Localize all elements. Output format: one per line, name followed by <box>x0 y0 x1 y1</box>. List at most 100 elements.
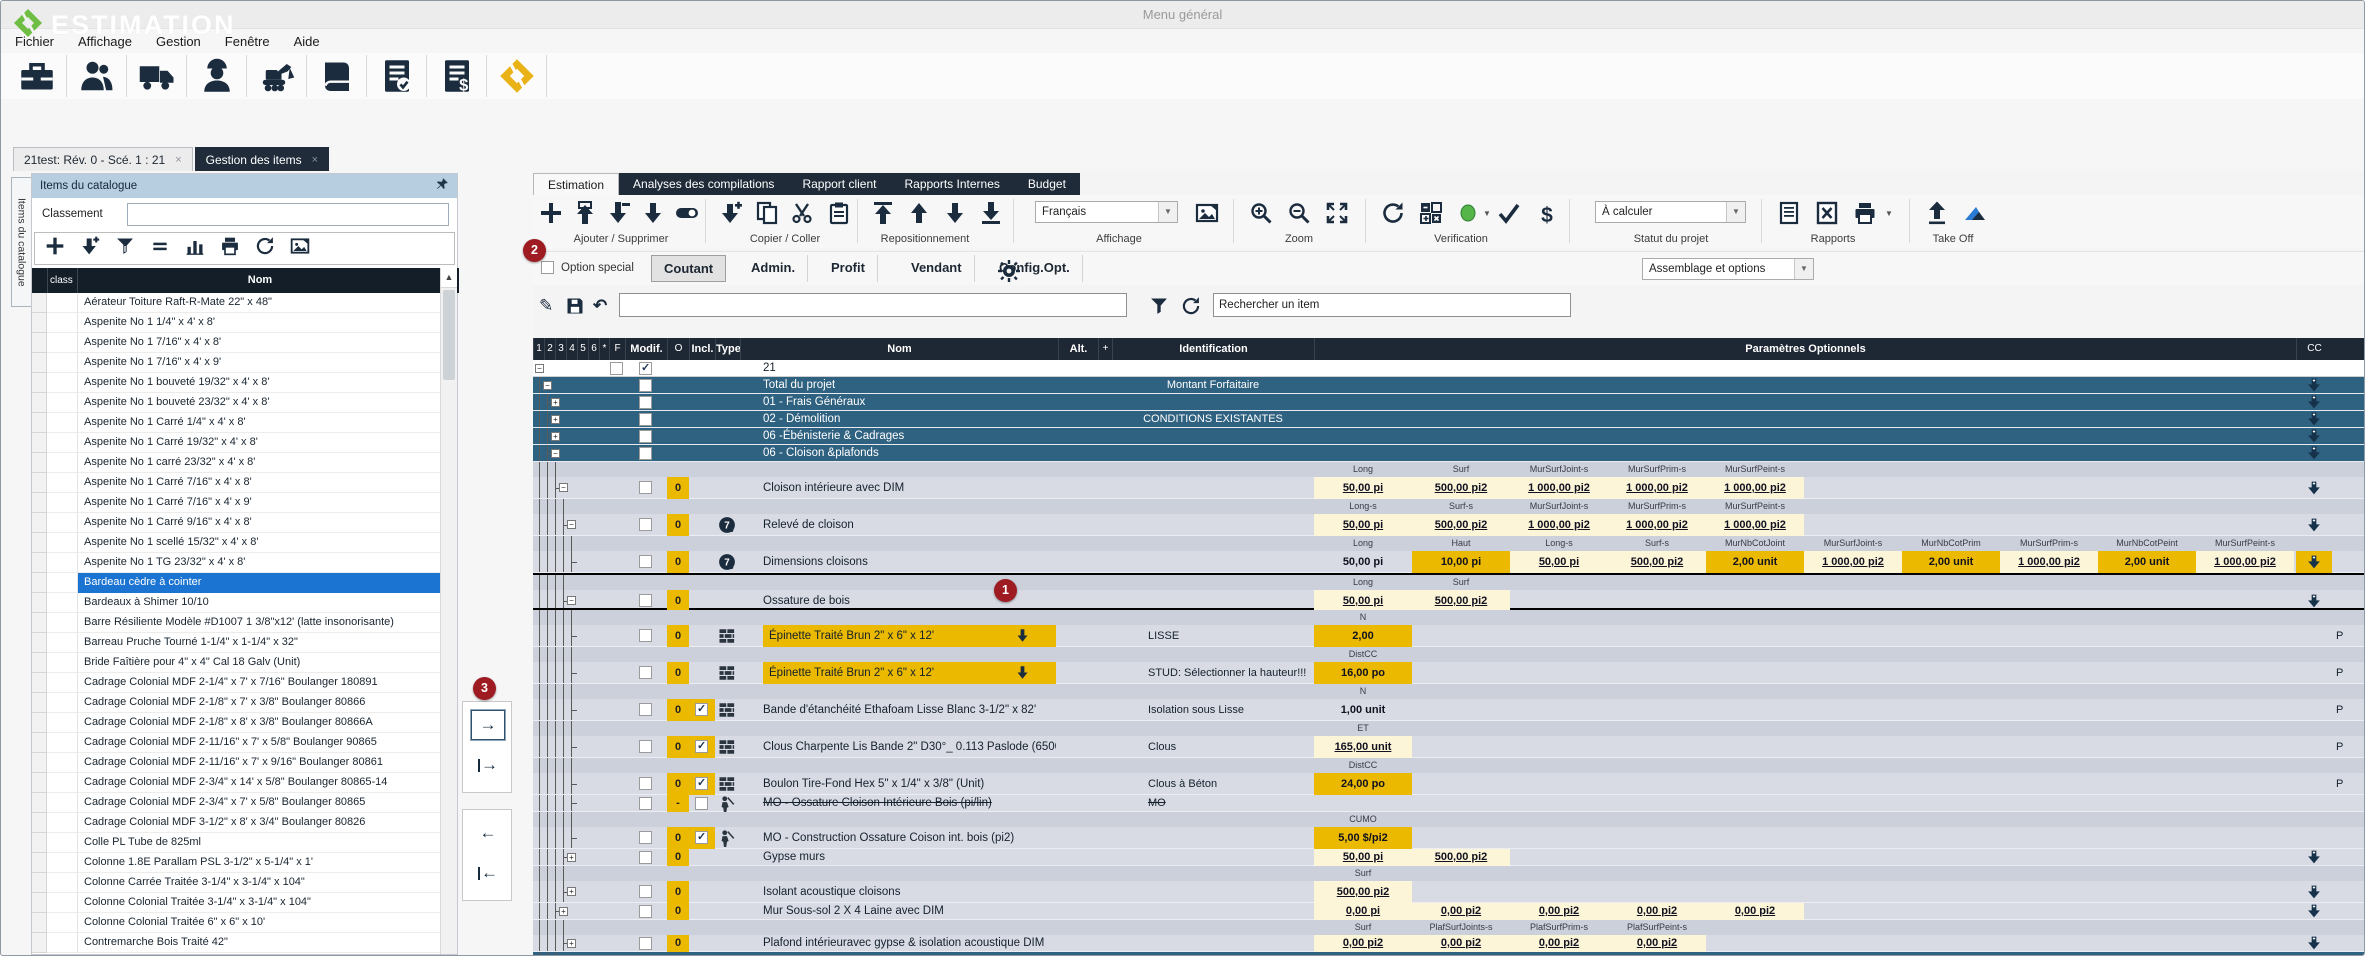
worker-icon[interactable] <box>187 55 247 97</box>
cc-insert-icon[interactable] <box>2296 428 2332 445</box>
row-selector[interactable] <box>32 793 47 813</box>
expand-icon[interactable]: + <box>559 907 568 916</box>
grid-row[interactable]: −0Cloison intérieure avec DIMLong50,00 p… <box>533 462 2365 499</box>
item-name[interactable]: Aspenite No 1 Carré 1/4" x 4' x 8' <box>78 413 440 433</box>
item-name[interactable]: Cadrage Colonial MDF 2-11/16" x 7' x 9/1… <box>78 753 440 773</box>
param-value[interactable]: 0,00 pi2 <box>1510 903 1608 920</box>
zoom-fit-icon[interactable] <box>1323 199 1351 227</box>
class-cell[interactable] <box>47 633 78 653</box>
edit-pencil-icon[interactable]: ✎ <box>539 296 553 316</box>
grid-col-5[interactable]: 5 <box>577 338 588 360</box>
row-name[interactable]: Bande d'étanchéité Ethafoam Lisse Blanc … <box>763 699 1056 721</box>
row-name[interactable]: Cloison intérieure avec DIM <box>763 477 1056 499</box>
item-name[interactable]: Cadrage Colonial MDF 2-11/16" x 7' x 5/8… <box>78 733 440 753</box>
row-name[interactable]: Total du projet <box>763 377 1056 394</box>
param-value[interactable]: 1 000,00 pi2 <box>1510 477 1608 499</box>
param-value[interactable]: 1 000,00 pi2 <box>1608 514 1706 536</box>
row-name[interactable]: 21 <box>763 360 1056 377</box>
class-cell[interactable] <box>47 853 78 873</box>
expand-icon[interactable]: + <box>551 432 560 441</box>
class-cell[interactable] <box>47 473 78 493</box>
class-cell[interactable] <box>47 433 78 453</box>
dollar-icon[interactable]: $ <box>1533 201 1561 229</box>
row-name[interactable]: Clous Charpente Lis Bande 2" D30°_ 0.113… <box>763 736 1056 758</box>
list-item[interactable]: Aspenite No 1 Carré 19/32" x 4' x 8' <box>32 433 440 453</box>
grid-row[interactable]: 0Clous Charpente Lis Bande 2" D30°_ 0.11… <box>533 721 2365 758</box>
modif-checkbox[interactable] <box>639 777 652 790</box>
image-icon[interactable] <box>1193 199 1221 227</box>
param-value[interactable]: 0,00 pi2 <box>1608 935 1706 952</box>
filter-icon[interactable] <box>115 236 135 261</box>
refresh-search-icon[interactable] <box>1181 296 1201 321</box>
move-down-icon[interactable] <box>639 199 667 227</box>
include-checkbox[interactable] <box>695 777 708 790</box>
scroll-up-icon[interactable]: ▲ <box>441 268 457 288</box>
list-item[interactable]: Aspenite No 1 Carré 9/16" x 4' x 8' <box>32 513 440 533</box>
list-item[interactable]: Barreau Pruche Tourné 1-1/4" x 1-1/4" x … <box>32 633 440 653</box>
toggle-icon[interactable] <box>673 199 701 227</box>
class-cell[interactable] <box>47 933 78 953</box>
grid-row[interactable]: 0MO - Construction Ossature Coison int. … <box>533 812 2365 849</box>
add-icon[interactable] <box>45 236 65 261</box>
options-count-cell[interactable]: 0 <box>667 849 689 866</box>
undo-icon[interactable]: ↶ <box>593 296 607 316</box>
param-value[interactable]: 500,00 pi2 <box>1412 849 1510 866</box>
print-icon[interactable] <box>1851 199 1879 227</box>
import-icon[interactable] <box>717 199 745 227</box>
modif-checkbox[interactable] <box>639 481 652 494</box>
collapse-icon[interactable]: − <box>567 596 576 605</box>
expand-icon[interactable]: + <box>551 415 560 424</box>
param-value[interactable]: 165,00 unit <box>1314 736 1412 758</box>
row-selector[interactable] <box>32 533 47 553</box>
identification-cell[interactable]: CONDITIONS EXISTANTES <box>1112 411 1314 428</box>
param-value[interactable]: 500,00 pi2 <box>1412 477 1510 499</box>
item-name[interactable]: Aspenite No 1 7/16" x 4' x 9' <box>78 353 440 373</box>
modif-checkbox[interactable] <box>639 430 652 443</box>
scrollbar-thumb[interactable] <box>443 290 455 380</box>
class-cell[interactable] <box>47 493 78 513</box>
grid-row[interactable]: -MO - Ossature Cloison Intérieure Bois (… <box>533 795 2365 812</box>
grid-col-[interactable]: + <box>1098 338 1112 360</box>
item-name[interactable]: Cadrage Colonial MDF 2-3/4" x 14' x 5/8"… <box>78 773 440 793</box>
item-name[interactable]: Barre Résiliente Modèle #D1007 1 3/8"x12… <box>78 613 440 633</box>
expand-icon[interactable]: + <box>567 887 576 896</box>
list-item[interactable]: Cadrage Colonial MDF 2-1/4" x 7' x 7/16"… <box>32 673 440 693</box>
param-value[interactable]: 50,00 pi <box>1314 477 1412 499</box>
catalog-book-icon[interactable] <box>307 55 367 97</box>
class-cell[interactable] <box>47 733 78 753</box>
list-item[interactable]: Cadrage Colonial MDF 2-11/16" x 7' x 5/8… <box>32 733 440 753</box>
row-selector[interactable] <box>32 733 47 753</box>
tab-estimation[interactable]: Estimation <box>533 173 619 195</box>
status-indicator-icon[interactable] <box>1455 199 1483 227</box>
recalculate-icon[interactable] <box>1379 199 1407 227</box>
excavator-icon[interactable] <box>247 55 307 97</box>
class-cell[interactable] <box>47 313 78 333</box>
modif-checkbox[interactable] <box>639 518 652 531</box>
row-selector[interactable] <box>32 373 47 393</box>
grid-group-row[interactable]: +06 -Ébénisterie & Cadrages <box>533 428 2365 445</box>
grid-col-1[interactable]: 1 <box>533 338 544 360</box>
add-all-to-estimate-button[interactable]: → <box>471 750 505 780</box>
chart-icon[interactable] <box>185 236 205 261</box>
list-item[interactable]: Colonne 1.8E Parallam PSL 3-1/2" x 5-1/4… <box>32 853 440 873</box>
cc-insert-icon[interactable] <box>2296 590 2332 612</box>
options-count-cell[interactable]: - <box>667 795 689 812</box>
list-item[interactable]: Contremarche Bois Traité 42" <box>32 933 440 953</box>
refresh-icon[interactable] <box>255 236 275 261</box>
row-selector[interactable] <box>32 593 47 613</box>
expand-icon[interactable]: + <box>551 398 560 407</box>
options-count-cell[interactable]: 0 <box>667 935 689 952</box>
list-item[interactable]: Bardeaux à Shimer 10/10 <box>32 593 440 613</box>
item-name[interactable]: Aspenite No 1 bouveté 19/32" x 4' x 8' <box>78 373 440 393</box>
grid-row[interactable]: −07Relevé de cloisonLong-s50,00 piSurf-s… <box>533 499 2365 536</box>
param-value[interactable]: 50,00 pi <box>1314 849 1412 866</box>
collapse-icon[interactable]: − <box>551 449 560 458</box>
mode-button-admin[interactable]: Admin. <box>739 255 808 282</box>
status-chevron-icon[interactable]: ▼ <box>1483 209 1491 218</box>
options-count-cell[interactable]: 0 <box>667 881 689 903</box>
row-name[interactable]: 02 - Démolition <box>763 411 1056 428</box>
list-item[interactable]: Bride Faîtière pour 4" x 4" Cal 18 Galv … <box>32 653 440 673</box>
param-value[interactable]: 1 000,00 pi2 <box>1706 477 1804 499</box>
modif-checkbox[interactable] <box>639 413 652 426</box>
catalog-rail-tab[interactable]: Items du catalogue <box>11 177 31 307</box>
